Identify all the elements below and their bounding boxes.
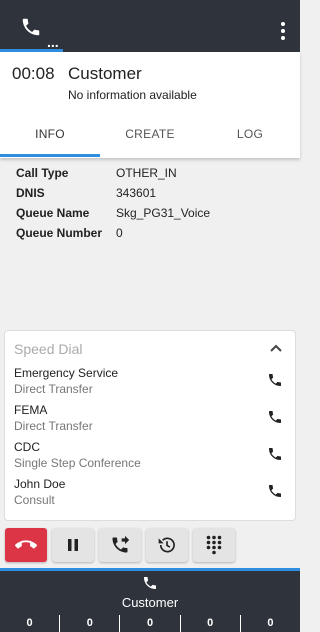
info-key: Queue Number <box>16 226 103 240</box>
detail-tabs: INFO CREATE LOG <box>0 116 300 156</box>
speed-dial-item[interactable]: FEMA Direct Transfer <box>5 403 297 440</box>
speed-dial-type: Direct Transfer <box>14 419 93 433</box>
caller-name: Customer <box>68 64 142 83</box>
call-timer: 00:08 <box>12 64 55 83</box>
info-key: DNIS <box>16 186 45 200</box>
phone-icon[interactable] <box>267 409 283 425</box>
active-call-tab[interactable]: ... <box>20 16 64 50</box>
info-key: Queue Name <box>16 206 90 220</box>
speed-dial-type: Single Step Conference <box>14 456 141 470</box>
speed-dial-name: CDC <box>14 440 40 454</box>
info-row: Queue Number 0 <box>16 226 286 246</box>
speed-dial-panel: Speed Dial Emergency Service Direct Tran… <box>4 330 296 521</box>
call-end-icon <box>15 540 37 549</box>
speed-dial-name: Emergency Service <box>14 366 119 380</box>
queue-count: 0 <box>26 617 33 629</box>
transfer-button[interactable] <box>99 528 141 562</box>
speed-dial-item[interactable]: CDC Single Step Conference <box>5 440 297 477</box>
speed-dial-type: Consult <box>14 493 55 507</box>
info-row: Queue Name Skg_PG31_Voice <box>16 206 286 226</box>
phone-icon <box>22 18 40 36</box>
queue-count: 0 <box>179 615 240 632</box>
info-value: 343601 <box>116 186 157 200</box>
speed-dial-item[interactable]: John Doe Consult <box>5 477 297 514</box>
info-row: DNIS 343601 <box>16 186 286 206</box>
info-key: Call Type <box>16 166 69 180</box>
speed-dial-name: John Doe <box>14 477 66 491</box>
bottom-bar: Customer 0 0 0 0 0 <box>0 568 300 632</box>
queue-count: 0 <box>59 615 119 632</box>
queue-count: 0 <box>239 615 300 632</box>
info-value: OTHER_IN <box>116 166 177 180</box>
speed-dial-name: FEMA <box>14 403 48 417</box>
top-bar: ... <box>0 0 300 52</box>
bottom-call-label: Customer <box>121 595 179 610</box>
speed-dial-item[interactable]: Emergency Service Direct Transfer <box>5 366 297 403</box>
hold-button[interactable] <box>52 528 94 562</box>
phone-icon[interactable] <box>267 446 283 462</box>
phone-icon[interactable] <box>267 372 283 388</box>
call-header: 00:08 Customer No information available … <box>0 52 300 158</box>
speed-dial-type: Direct Transfer <box>14 382 93 396</box>
keypad-button[interactable] <box>193 528 235 562</box>
phone-forward-icon <box>112 535 130 553</box>
tab-info[interactable]: INFO <box>0 116 100 156</box>
chevron-up-icon[interactable] <box>269 343 283 353</box>
history-button[interactable] <box>146 528 188 562</box>
queue-count: 0 <box>119 615 179 632</box>
call-actions <box>4 528 296 564</box>
info-value: Skg_PG31_Voice <box>116 206 211 220</box>
info-value: 0 <box>116 226 123 240</box>
speed-dial-title: Speed Dial <box>14 341 83 357</box>
history-icon <box>158 537 175 553</box>
end-call-button[interactable] <box>5 528 47 562</box>
tab-underline <box>0 154 100 157</box>
more-calls-indicator: ... <box>47 34 59 50</box>
call-info-table: Call Type OTHER_IN DNIS 343601 Queue Nam… <box>16 166 286 246</box>
tab-create[interactable]: CREATE <box>100 116 200 156</box>
phone-icon[interactable] <box>142 575 158 591</box>
bottom-indicator <box>0 568 300 571</box>
tab-log[interactable]: LOG <box>200 116 300 156</box>
phone-icon[interactable] <box>267 483 283 499</box>
info-row: Call Type OTHER_IN <box>16 166 286 186</box>
more-vert-icon[interactable] <box>276 22 290 46</box>
queue-counts: 0 0 0 0 0 <box>0 615 300 632</box>
dialpad-icon <box>206 535 222 555</box>
caller-info: No information available <box>68 88 197 102</box>
pause-icon <box>68 539 78 551</box>
